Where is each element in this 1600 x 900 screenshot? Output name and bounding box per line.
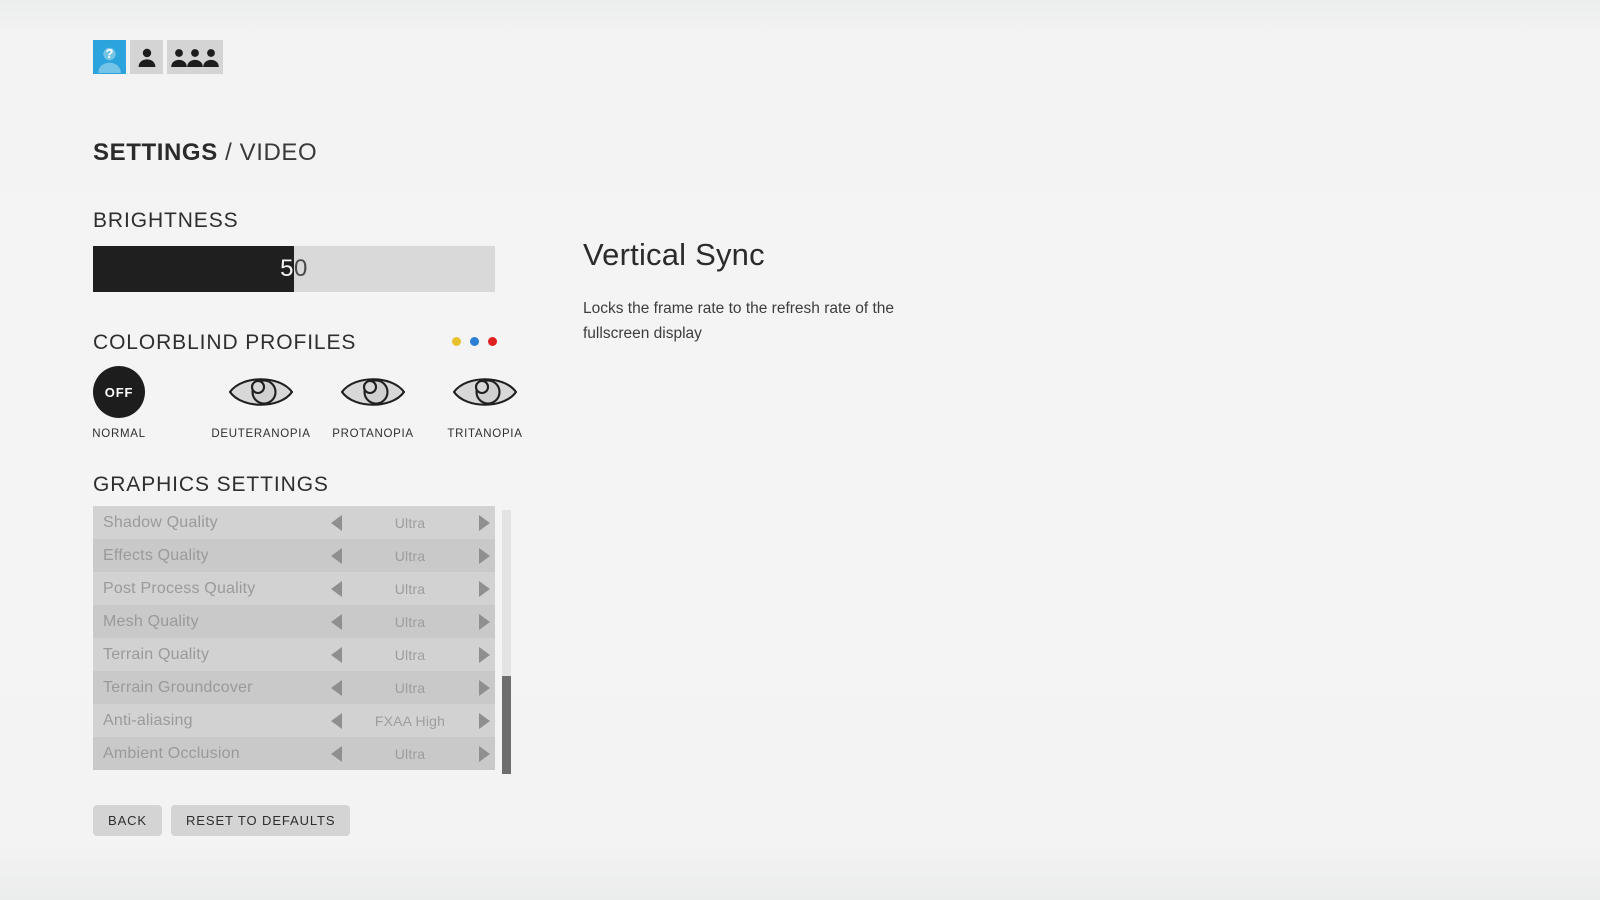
graphics-setting-name: Post Process Quality [103, 579, 256, 597]
page-title-separator: / [217, 139, 240, 166]
increase-value-arrow-right-icon[interactable] [473, 580, 495, 597]
graphics-setting-value: Ultra [394, 613, 426, 630]
colorblind-option-label: DEUTERANOPIA [211, 428, 311, 440]
graphics-setting-name: Mesh Quality [103, 612, 199, 630]
graphics-setting-row[interactable]: Anti-aliasing FXAA High [93, 704, 495, 737]
page-title-video: VIDEO [239, 139, 318, 166]
off-circle-icon: OFF [93, 366, 145, 418]
graphics-setting-value: Ultra [394, 580, 426, 597]
profile-tab-group[interactable] [167, 40, 223, 74]
graphics-setting-row[interactable]: Terrain Quality Ultra [93, 638, 495, 671]
brightness-heading: BRIGHTNESS [93, 209, 239, 232]
decrease-value-arrow-left-icon[interactable] [325, 745, 347, 762]
back-button[interactable]: BACK [93, 805, 163, 836]
decrease-value-arrow-left-icon[interactable] [325, 580, 347, 597]
eye-icon [340, 366, 406, 418]
profile-tab-bar: ? [93, 40, 223, 74]
graphics-setting-value: Ultra [394, 745, 426, 762]
graphics-setting-name: Ambient Occlusion [103, 744, 240, 762]
graphics-setting-row[interactable]: Post Process Quality Ultra [93, 572, 495, 605]
graphics-setting-name: Terrain Groundcover [103, 678, 253, 696]
colorblind-option-tritanopia[interactable]: TRITANOPIA [429, 366, 541, 440]
description-body: Locks the frame rate to the refresh rate… [583, 300, 895, 343]
increase-value-arrow-right-icon[interactable] [473, 679, 495, 696]
off-badge-label: OFF [93, 366, 145, 418]
decrease-value-arrow-left-icon[interactable] [325, 712, 347, 729]
brightness-value-group: 50 50 [93, 246, 495, 292]
setting-description-panel: Vertical Sync Locks the frame rate to th… [583, 237, 1013, 346]
graphics-setting-name: Anti-aliasing [103, 711, 193, 729]
graphics-setting-row[interactable]: Terrain Groundcover Ultra [93, 671, 495, 704]
decrease-value-arrow-left-icon[interactable] [325, 514, 347, 531]
eye-icon [452, 366, 518, 418]
colorblind-option-label: TRITANOPIA [447, 428, 523, 440]
graphics-setting-value: FXAA High [374, 712, 446, 729]
colorblind-profile-list: OFF NORMAL DEUTERANOPIA PROTANOPIA TRITA… [92, 366, 541, 440]
profile-tab-single[interactable] [130, 40, 163, 74]
dot-red [488, 337, 497, 346]
decrease-value-arrow-left-icon[interactable] [325, 646, 347, 663]
graphics-settings-list: Shadow Quality Ultra Effects Quality Ultra P… [93, 506, 495, 774]
colorblind-option-label: PROTANOPIA [332, 428, 414, 440]
colorblind-option-deuteranopia[interactable]: DEUTERANOPIA [205, 366, 317, 440]
profile-tab-unknown[interactable]: ? [93, 40, 126, 74]
graphics-setting-value: Ultra [394, 646, 426, 663]
colorblind-option-normal[interactable]: OFF NORMAL [92, 366, 146, 440]
graphics-setting-row[interactable]: Shadow Quality Ultra [93, 506, 495, 539]
action-button-row: BACK RESET TO DEFAULTS [93, 805, 351, 836]
dot-blue [470, 337, 479, 346]
increase-value-arrow-right-icon[interactable] [473, 712, 495, 729]
increase-value-arrow-right-icon[interactable] [473, 514, 495, 531]
dot-yellow [452, 337, 461, 346]
page-title: SETTINGS / VIDEO [93, 139, 317, 167]
person-question-icon: ? [94, 41, 125, 73]
graphics-setting-value: Ultra [394, 547, 426, 564]
graphics-setting-row[interactable]: Ambient Occlusion Ultra [93, 737, 495, 770]
increase-value-arrow-right-icon[interactable] [473, 613, 495, 630]
graphics-setting-value: Ultra [394, 514, 426, 531]
graphics-settings-heading: GRAPHICS SETTINGS [93, 473, 329, 496]
graphics-setting-row[interactable]: Mesh Quality Ultra [93, 605, 495, 638]
graphics-scrollbar-track[interactable] [502, 510, 511, 774]
graphics-setting-name: Shadow Quality [103, 513, 218, 531]
increase-value-arrow-right-icon[interactable] [473, 646, 495, 663]
colorblind-dot-group [452, 337, 497, 346]
people-group-icon [171, 47, 219, 67]
page-title-settings: SETTINGS [93, 139, 218, 166]
decrease-value-arrow-left-icon[interactable] [325, 547, 347, 564]
description-title: Vertical Sync [583, 237, 765, 272]
svg-text:?: ? [106, 46, 114, 61]
brightness-slider[interactable]: 50 50 [93, 246, 495, 292]
graphics-setting-row[interactable]: Effects Quality Ultra [93, 539, 495, 572]
reset-to-defaults-button[interactable]: RESET TO DEFAULTS [171, 805, 351, 836]
graphics-setting-name: Terrain Quality [103, 645, 210, 663]
decrease-value-arrow-left-icon[interactable] [325, 613, 347, 630]
person-icon [137, 47, 157, 67]
eye-icon [228, 366, 294, 418]
graphics-setting-name: Effects Quality [103, 546, 209, 564]
increase-value-arrow-right-icon[interactable] [473, 745, 495, 762]
decrease-value-arrow-left-icon[interactable] [325, 679, 347, 696]
graphics-setting-value: Ultra [394, 679, 426, 696]
graphics-scrollbar-thumb[interactable] [502, 676, 511, 774]
colorblind-option-label: NORMAL [92, 428, 146, 440]
colorblind-heading: COLORBLIND PROFILES [93, 331, 357, 354]
colorblind-option-protanopia[interactable]: PROTANOPIA [317, 366, 429, 440]
increase-value-arrow-right-icon[interactable] [473, 547, 495, 564]
